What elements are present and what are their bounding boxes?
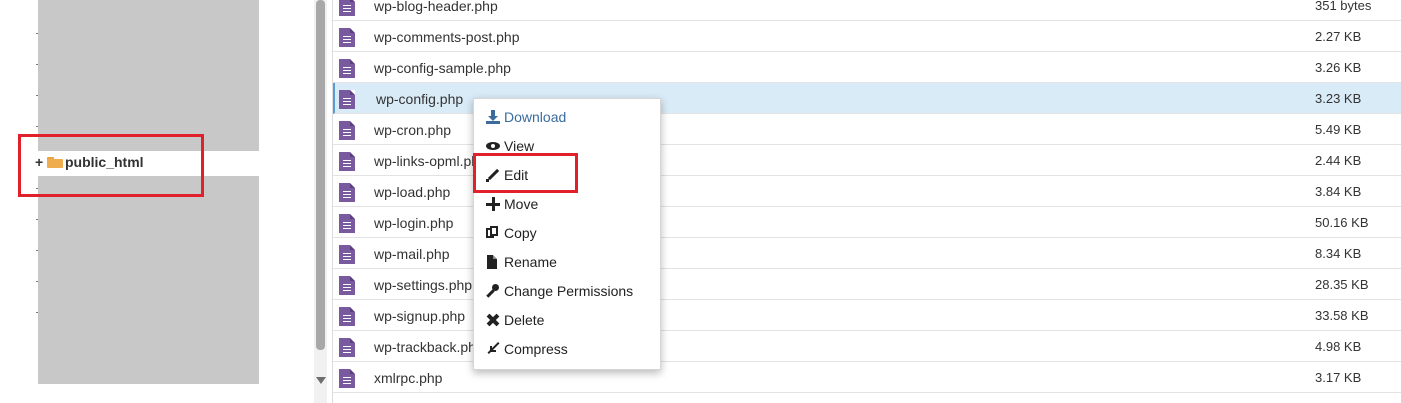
php-file-icon <box>339 183 355 202</box>
x-icon <box>486 313 501 327</box>
php-file-icon <box>339 121 355 140</box>
file-name: wp-config.php <box>376 91 464 107</box>
menu-item-label: Copy <box>504 225 537 241</box>
file-name: wp-trackback.php <box>374 339 484 355</box>
menu-item-label: Download <box>504 109 567 125</box>
file-size: 5.49 KB <box>1315 122 1362 137</box>
file-name: wp-config-sample.php <box>374 60 511 76</box>
file-name: wp-signup.php <box>374 308 466 324</box>
php-file-icon <box>339 28 355 47</box>
file-name: wp-settings.php <box>374 277 473 293</box>
file-size: 28.35 KB <box>1315 277 1369 292</box>
php-file-icon <box>339 59 355 78</box>
menu-item-delete[interactable]: Delete <box>486 310 544 330</box>
file-name: wp-cron.php <box>374 122 452 138</box>
file-size: 351 bytes <box>1315 0 1372 13</box>
tree-obscured-area <box>38 176 259 384</box>
file-name: wp-comments-post.php <box>374 29 520 45</box>
menu-item-label: Change Permissions <box>504 283 634 299</box>
file-context-menu: Download View Edit Move Copy Rename Chan… <box>473 98 661 370</box>
file-row[interactable]: wp-blog-header.php 351 bytes <box>333 0 1401 21</box>
file-size: 4.98 KB <box>1315 339 1362 354</box>
menu-item-copy[interactable]: Copy <box>486 223 537 243</box>
menu-item-label: Move <box>504 196 539 212</box>
menu-item-rename[interactable]: Rename <box>486 252 557 272</box>
file-size: 2.27 KB <box>1315 29 1362 44</box>
compress-icon <box>486 342 501 356</box>
file-size: 8.34 KB <box>1315 246 1362 261</box>
scrollbar-thumb[interactable] <box>316 0 325 350</box>
menu-item-label: Rename <box>504 254 557 270</box>
file-size: 33.58 KB <box>1315 308 1369 323</box>
file-row[interactable]: wp-config-sample.php 3.26 KB <box>333 52 1401 83</box>
tree-scrollbar[interactable] <box>314 0 327 403</box>
php-file-icon <box>339 307 355 326</box>
php-file-icon <box>339 214 355 233</box>
menu-item-change-permissions[interactable]: Change Permissions <box>486 281 633 301</box>
key-icon <box>486 284 501 298</box>
file-size: 3.17 KB <box>1315 370 1362 385</box>
file-name: wp-login.php <box>374 215 454 231</box>
menu-item-move[interactable]: Move <box>486 194 538 214</box>
file-name: wp-links-opml.php <box>374 153 487 169</box>
file-size: 50.16 KB <box>1315 215 1369 230</box>
highlight-box-edit <box>473 153 578 193</box>
highlight-box-public-html <box>18 134 204 197</box>
menu-item-label: View <box>504 138 535 154</box>
php-file-icon <box>339 0 355 16</box>
php-file-icon <box>339 245 355 264</box>
php-file-icon <box>339 369 355 388</box>
download-icon <box>486 110 501 124</box>
directory-tree-panel: + public_html <box>0 0 315 403</box>
php-file-icon <box>339 276 355 295</box>
file-size: 3.23 KB <box>1315 91 1362 106</box>
menu-item-label: Compress <box>504 341 568 357</box>
file-size: 3.84 KB <box>1315 184 1362 199</box>
file-name: wp-load.php <box>374 184 451 200</box>
eye-icon <box>486 139 501 153</box>
file-size: 2.44 KB <box>1315 153 1362 168</box>
move-arrows-icon <box>486 197 501 211</box>
file-name: wp-mail.php <box>374 246 450 262</box>
copy-icon <box>486 226 501 240</box>
menu-item-compress[interactable]: Compress <box>486 339 568 359</box>
menu-item-label: Delete <box>504 312 545 328</box>
php-file-icon <box>339 90 355 109</box>
php-file-icon <box>339 152 355 171</box>
php-file-icon <box>339 338 355 357</box>
file-icon <box>486 255 501 269</box>
menu-item-download[interactable]: Download <box>486 107 566 127</box>
file-row[interactable]: wp-comments-post.php 2.27 KB <box>333 21 1401 52</box>
tree-obscured-area <box>38 0 259 151</box>
file-name: wp-blog-header.php <box>374 0 498 14</box>
scroll-down-arrow-icon[interactable] <box>316 377 326 384</box>
file-name: xmlrpc.php <box>374 370 443 386</box>
file-size: 3.26 KB <box>1315 60 1362 75</box>
